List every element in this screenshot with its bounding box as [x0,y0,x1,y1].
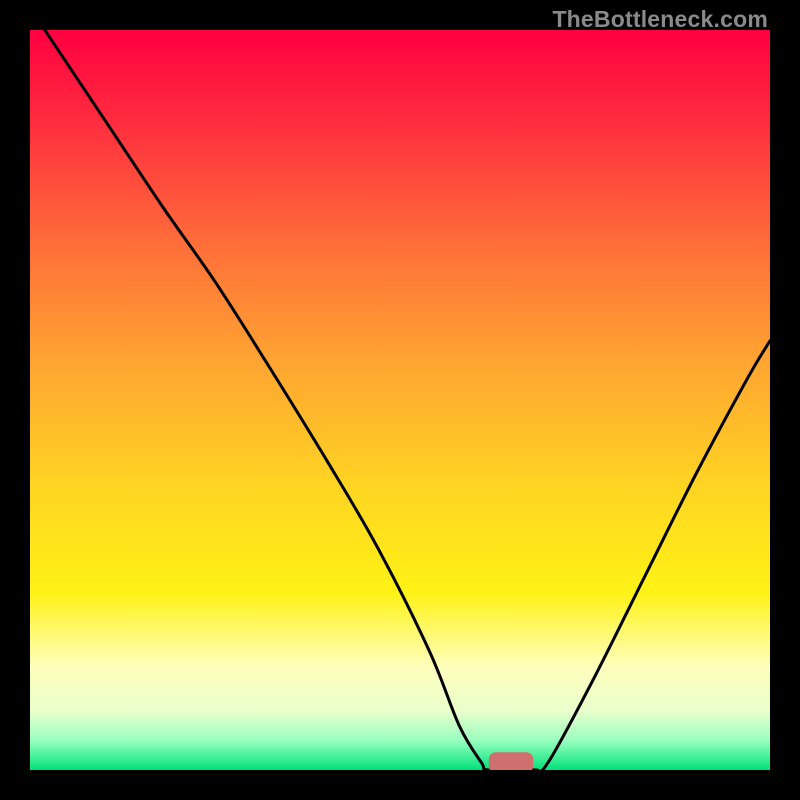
watermark-label: TheBottleneck.com [552,6,768,33]
optimum-marker [489,752,533,770]
plot-area [30,30,770,770]
chart-frame: TheBottleneck.com [0,0,800,800]
bottleneck-curve [30,30,770,770]
